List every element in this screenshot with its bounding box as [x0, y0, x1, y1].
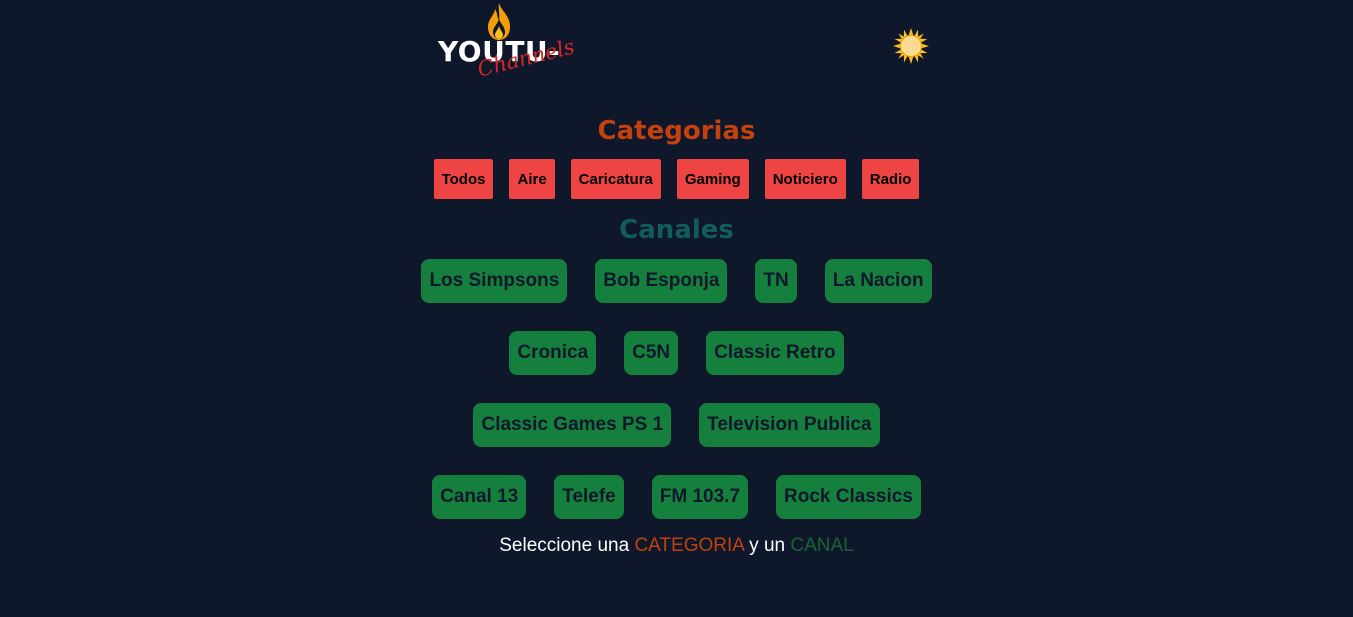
channel-button-la-nacion[interactable]: La Nacion: [824, 259, 932, 303]
channel-button-cronica[interactable]: Cronica: [509, 331, 597, 375]
channel-button-fm-103-7[interactable]: FM 103.7: [651, 475, 749, 519]
channel-row: Canal 13 Telefe FM 103.7 Rock Classics: [0, 475, 1353, 519]
category-button-noticiero[interactable]: Noticiero: [764, 159, 846, 199]
hint-channel-word: CANAL: [790, 535, 854, 556]
channel-button-tn[interactable]: TN: [755, 259, 797, 303]
hint-prefix: Seleccione una: [499, 535, 635, 556]
channel-button-rock-classics[interactable]: Rock Classics: [776, 475, 921, 519]
category-list: Todos Aire Caricatura Gaming Noticiero Radio: [0, 159, 1353, 199]
theme-toggle-button[interactable]: [892, 27, 930, 65]
hint-middle: y un: [743, 535, 791, 556]
selection-hint: Seleccione una CATEGORIA y un CANAL: [0, 536, 1353, 555]
channel-button-canal-13[interactable]: Canal 13: [432, 475, 527, 519]
hint-category-word: CATEGORIA: [634, 535, 744, 556]
sun-icon: [893, 28, 929, 64]
channel-button-telefe[interactable]: Telefe: [554, 475, 624, 519]
categories-title: Categorias: [597, 116, 756, 146]
channels-title: Canales: [619, 215, 734, 245]
category-button-aire[interactable]: Aire: [509, 159, 555, 199]
channel-row: Cronica C5N Classic Retro: [0, 331, 1353, 375]
channel-button-c5n[interactable]: C5N: [624, 331, 679, 375]
category-button-todos[interactable]: Todos: [433, 159, 494, 199]
category-button-caricatura[interactable]: Caricatura: [570, 159, 661, 199]
channel-row: Los Simpsons Bob Esponja TN La Nacion: [0, 259, 1353, 303]
channel-row: Classic Games PS 1 Television Publica: [0, 403, 1353, 447]
channel-button-classic-games-ps-1[interactable]: Classic Games PS 1: [473, 403, 672, 447]
site-logo[interactable]: YOUTU- Channels: [436, 2, 577, 96]
category-button-radio[interactable]: Radio: [861, 159, 920, 199]
channel-button-bob-esponja[interactable]: Bob Esponja: [595, 259, 728, 303]
page: YOUTU- Channels Categorias Todos Aire Ca…: [0, 0, 1353, 617]
channel-button-los-simpsons[interactable]: Los Simpsons: [421, 259, 568, 303]
category-button-gaming[interactable]: Gaming: [676, 159, 749, 199]
channel-button-television-publica[interactable]: Television Publica: [699, 403, 880, 447]
channel-button-classic-retro[interactable]: Classic Retro: [706, 331, 844, 375]
